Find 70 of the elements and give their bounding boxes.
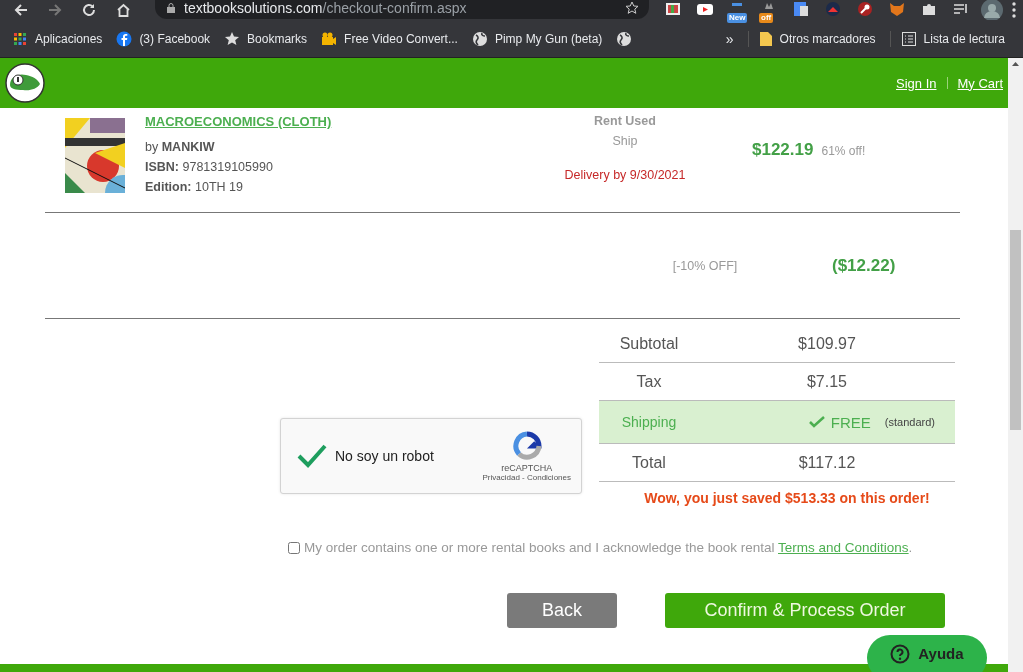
discount-text: 61% off! [821, 144, 866, 158]
facebook-icon[interactable] [116, 30, 133, 47]
row-value: $109.97 [798, 334, 856, 353]
back-icon[interactable] [14, 3, 28, 17]
price-text: $122.19 [752, 140, 814, 160]
address-bar[interactable]: textbooksolutions.com/checkout-confirm.aspx [155, 0, 649, 19]
bookmark-folder[interactable]: Otros marcadores [779, 31, 876, 46]
row-label: Total [631, 453, 667, 472]
bookmark-link[interactable]: (3) Facebook [139, 31, 211, 46]
captcha-label: No soy un robot [335, 448, 435, 464]
coupon-label: [-10% OFF] [671, 258, 739, 273]
savings-message: Wow, you just saved $513.33 on this order! [643, 489, 931, 506]
row-label: Shipping [620, 414, 678, 430]
playlist-icon[interactable] [952, 1, 970, 17]
agreement-checkbox[interactable] [288, 541, 300, 554]
back-button[interactable]: Back [507, 593, 617, 628]
extension-badge: off [759, 13, 774, 23]
menu-icon[interactable] [1011, 2, 1017, 18]
url-text: textbooksolutions.com/checkout-confirm.aspx [184, 0, 468, 16]
shipping-method-text: Ship [612, 134, 638, 148]
bookmark-link[interactable]: Aplicaciones [35, 31, 103, 46]
home-icon[interactable] [116, 3, 131, 17]
coupon-amount: ($12.22) [832, 255, 896, 276]
frog-logo[interactable] [5, 63, 45, 103]
row-label: Subtotal [618, 334, 680, 353]
edition-text: Edition: 10TH 19 [145, 179, 244, 196]
forward-icon[interactable] [48, 3, 62, 17]
rental-type-text: Rent Used [594, 114, 656, 128]
delivery-date-text: Delivery by 9/30/2021 [564, 168, 686, 182]
bookmark-link[interactable]: Pimp My Gun (beta) [494, 31, 603, 46]
agreement-text: My order contains one or more rental books and I acknowledge the book rental Terms and Conditions. [304, 540, 913, 555]
apps-grid-icon[interactable] [12, 30, 28, 47]
recaptcha-brand: reCAPTCHA [501, 462, 553, 473]
reading-list-link[interactable]: Lista de lectura [923, 31, 1005, 46]
row-value: FREE [830, 413, 871, 431]
author-text: by MANKIW [145, 139, 216, 156]
captcha-checkbox[interactable] [297, 442, 329, 470]
recaptcha-logo [511, 430, 542, 461]
tv-icon[interactable] [664, 1, 682, 17]
key-icon[interactable] [856, 1, 874, 17]
movie-camera-icon[interactable] [321, 30, 338, 47]
folder-icon[interactable] [758, 30, 773, 47]
check-icon [808, 416, 825, 428]
scrollbar[interactable] [1008, 58, 1023, 672]
bookmark-link[interactable]: Free Video Convert... [344, 31, 458, 46]
row-value: $7.15 [806, 372, 847, 391]
privacy-terms-link[interactable]: Privacidad - Condiciones [482, 472, 571, 482]
globe-icon[interactable] [616, 30, 633, 47]
translate-icon[interactable] [792, 1, 810, 17]
globe-icon[interactable] [471, 30, 488, 47]
isbn-text: ISBN: 9781319105990 [145, 159, 274, 176]
bookmark-link[interactable]: Bookmarks [247, 31, 308, 46]
book-cover-icon[interactable] [65, 118, 125, 193]
list-icon[interactable] [900, 30, 917, 47]
play-icon[interactable] [696, 1, 714, 17]
shipping-note: (standard) [884, 416, 935, 428]
bookmark-star-icon[interactable] [625, 1, 639, 15]
mountain-icon[interactable] [824, 1, 842, 17]
row-label: Tax [635, 372, 663, 391]
extension-badge: New [727, 13, 748, 23]
help-button[interactable]: Ayuda [867, 635, 987, 672]
avatar-icon[interactable] [981, 0, 1003, 21]
help-icon [890, 643, 911, 664]
row-value: $117.12 [798, 453, 856, 472]
scrollbar-thumb[interactable] [1010, 230, 1021, 430]
more-bookmarks-button[interactable]: » [725, 30, 734, 47]
star-icon[interactable] [224, 30, 241, 47]
fox-icon[interactable] [888, 1, 906, 17]
reload-icon[interactable] [82, 3, 96, 17]
lock-icon [167, 3, 175, 13]
